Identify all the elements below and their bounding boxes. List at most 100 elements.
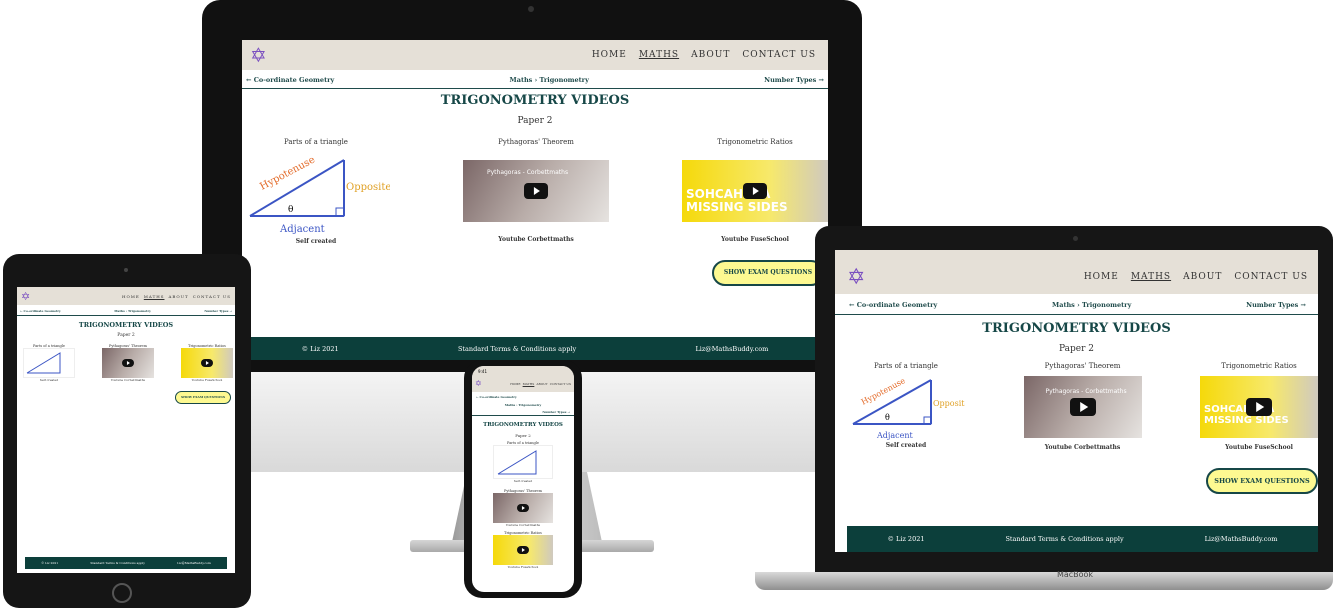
nav-contact[interactable]: CONTACT US: [193, 294, 231, 299]
nav-home[interactable]: HOME: [510, 382, 520, 386]
page-subtitle: Paper 2: [117, 333, 135, 338]
nav-contact[interactable]: CONTACT US: [742, 50, 816, 60]
play-icon[interactable]: [517, 504, 529, 512]
nav-about[interactable]: ABOUT: [691, 50, 730, 60]
svg-text:Hypotenuse: Hypotenuse: [860, 376, 907, 407]
card-caption: Youtube Corbettmaths: [498, 236, 574, 243]
nav-maths[interactable]: MATHS: [1131, 272, 1171, 282]
footer-terms[interactable]: Standard Terms & Conditions apply: [458, 345, 576, 353]
page-title: TRIGONOMETRY VIDEOS: [982, 321, 1171, 336]
card-caption: Youtube Corbettmaths: [1044, 444, 1121, 451]
next-link[interactable]: Number Types →: [1246, 301, 1306, 309]
svg-text:θ: θ: [288, 205, 293, 215]
next-link[interactable]: Number Types →: [204, 309, 232, 313]
home-button-icon[interactable]: [112, 583, 132, 603]
exam-questions-button[interactable]: SHOW EXAM QUESTIONS: [175, 391, 231, 404]
ratios-video[interactable]: SOHCAHTOA MISSING SIDES: [682, 160, 828, 222]
ratios-video[interactable]: [493, 535, 553, 565]
nav-menu: HOME MATHS ABOUT CONTACT US: [592, 50, 816, 60]
nav-maths[interactable]: MATHS: [523, 382, 535, 386]
card-ratios: Trigonometric Ratios SOHCAHTOA MISSING S…: [682, 138, 828, 245]
nav-maths[interactable]: MATHS: [639, 50, 679, 60]
play-icon[interactable]: [517, 546, 529, 554]
phone-screen: 9:41 ✡ HOME MATHS ABOUT CONTACT US ← Co-…: [472, 366, 574, 592]
breadcrumb-trail[interactable]: Maths › Trigonometry: [114, 309, 151, 313]
card-title: Trigonometric Ratios: [717, 138, 793, 146]
nav-about[interactable]: ABOUT: [1183, 272, 1222, 282]
footer-email[interactable]: Liz@MathsBuddy.com: [1205, 535, 1278, 543]
breadcrumb-trail[interactable]: Maths › Trigonometry: [510, 76, 589, 84]
pythagoras-video[interactable]: Pythagoras - Corbettmaths: [1023, 376, 1142, 438]
card-pythagoras: Pythagoras' Theorem Youtube Corbettmaths: [472, 489, 574, 527]
ratios-video[interactable]: SOHCAHTOA MISSING SIDES: [1200, 376, 1318, 438]
card-triangle: Parts of a triangle Hypotenuse Opposite …: [847, 362, 965, 451]
camera-icon: [1073, 236, 1078, 241]
prev-link[interactable]: ← Co-ordinate Geometry: [20, 309, 61, 313]
pythagoras-video[interactable]: [102, 348, 154, 378]
status-time: 9:41: [478, 369, 487, 374]
triangle-diagram: [493, 445, 553, 479]
navbar: ✡ HOME MATHS ABOUT CONTACT US: [242, 40, 828, 70]
triangle-diagram: [23, 348, 75, 378]
breadcrumb-trail[interactable]: Maths › Trigonometry: [476, 403, 570, 407]
footer: © Liz 2021 Standard Terms & Conditions a…: [242, 337, 828, 360]
star-logo-icon[interactable]: ✡: [475, 379, 482, 388]
card-caption: Youtube FuseSchool: [191, 378, 223, 382]
desktop-screen: ✡ HOME MATHS ABOUT CONTACT US ← Co-ordin…: [242, 40, 828, 360]
page-title: TRIGONOMETRY VIDEOS: [483, 422, 563, 428]
nav-home[interactable]: HOME: [1084, 272, 1119, 282]
star-logo-icon[interactable]: ✡: [250, 43, 267, 67]
card-caption: Youtube Corbettmaths: [505, 523, 541, 527]
nav-contact[interactable]: CONTACT US: [1234, 272, 1308, 282]
camera-icon: [124, 268, 128, 272]
card-title: Pythagoras' Theorem: [1044, 362, 1121, 370]
footer-terms[interactable]: Standard Terms & Conditions apply: [90, 561, 145, 565]
card-title: Parts of a triangle: [284, 138, 348, 146]
card-pythagoras: Pythagoras' Theorem Pythagoras - Corbett…: [463, 138, 609, 245]
exam-questions-button[interactable]: SHOW EXAM QUESTIONS: [1206, 468, 1318, 494]
camera-icon: [528, 6, 534, 12]
tablet-screen: ✡ HOME MATHS ABOUT CONTACT US ← Co-ordin…: [17, 287, 235, 573]
star-logo-icon[interactable]: ✡: [847, 265, 865, 290]
video-cards: Parts of a triangle Hypotenuse Opposite …: [242, 138, 828, 245]
prev-link[interactable]: ← Co-ordinate Geometry: [476, 395, 570, 399]
pythagoras-video[interactable]: Pythagoras - Corbettmaths: [463, 160, 609, 222]
footer-terms[interactable]: Standard Terms & Conditions apply: [1005, 535, 1123, 543]
nav-about[interactable]: ABOUT: [536, 382, 547, 386]
breadcrumb-trail[interactable]: Maths › Trigonometry: [1052, 301, 1131, 309]
svg-text:Adjacent: Adjacent: [876, 431, 914, 440]
next-link[interactable]: Number Types →: [476, 410, 570, 415]
exam-questions-button[interactable]: SHOW EXAM QUESTIONS: [712, 260, 824, 286]
nav-maths[interactable]: MATHS: [144, 294, 165, 299]
play-icon[interactable]: [524, 183, 548, 199]
play-icon[interactable]: [1246, 398, 1272, 416]
footer-copyright: © Liz 2021: [41, 561, 59, 565]
nav-home[interactable]: HOME: [122, 294, 140, 299]
video-cards: Parts of a triangle Hypotenuse Opposite …: [835, 362, 1318, 451]
nav-home[interactable]: HOME: [592, 50, 627, 60]
card-ratios: Trigonometric Ratios Youtube FuseSchool: [181, 344, 233, 382]
card-caption: Self created: [885, 442, 927, 449]
nav-contact[interactable]: CONTACT US: [550, 382, 571, 386]
footer-email[interactable]: Liz@MathsBuddy.com: [695, 345, 768, 353]
play-icon[interactable]: [122, 359, 134, 367]
pythagoras-video[interactable]: [493, 493, 553, 523]
prev-link[interactable]: ← Co-ordinate Geometry: [849, 301, 937, 309]
footer: © Liz 2021 Standard Terms & Conditions a…: [25, 557, 227, 569]
play-icon[interactable]: [201, 359, 213, 367]
card-caption: Youtube FuseSchool: [1225, 444, 1293, 451]
ratios-video[interactable]: [181, 348, 233, 378]
footer-email[interactable]: Liz@MathsBuddy.com: [177, 561, 211, 565]
navbar: ✡ HOME MATHS ABOUT CONTACT US: [17, 287, 235, 305]
next-link[interactable]: Number Types →: [764, 76, 824, 84]
footer: © Liz 2021 Standard Terms & Conditions a…: [847, 526, 1318, 552]
svg-text:Adjacent: Adjacent: [279, 224, 325, 235]
play-icon[interactable]: [743, 183, 767, 199]
star-logo-icon[interactable]: ✡: [21, 290, 30, 303]
prev-link[interactable]: ← Co-ordinate Geometry: [246, 76, 334, 84]
nav-about[interactable]: ABOUT: [168, 294, 188, 299]
svg-text:Hypotenuse: Hypotenuse: [258, 154, 317, 192]
nav-menu: HOME MATHS ABOUT CONTACT US: [510, 382, 571, 386]
laptop-brand-label: MacBook: [1056, 570, 1094, 579]
play-icon[interactable]: [1069, 398, 1096, 416]
